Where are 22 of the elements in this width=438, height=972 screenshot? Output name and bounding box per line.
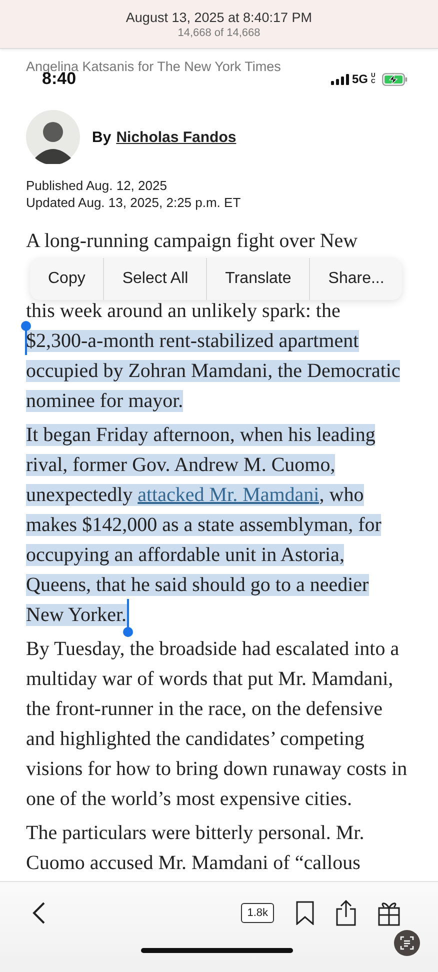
signal-icon bbox=[330, 74, 349, 84]
bookmark-icon[interactable] bbox=[296, 901, 314, 925]
menu-item[interactable]: Share... bbox=[309, 258, 402, 300]
menu-item[interactable]: Copy bbox=[30, 258, 104, 300]
date-line: Updated Aug. 13, 2025, 2:25 p.m. ET bbox=[26, 195, 242, 210]
share-icon[interactable] bbox=[336, 900, 356, 926]
network-label: 5G bbox=[352, 72, 368, 86]
author-avatar[interactable] bbox=[26, 110, 80, 164]
gift-icon[interactable] bbox=[378, 900, 400, 926]
menu-item[interactable]: Select All bbox=[103, 258, 206, 300]
screenshot-timestamp: August 13, 2025 at 8:40:17 PM bbox=[126, 10, 312, 24]
date-line: Published Aug. 12, 2025 bbox=[26, 178, 168, 193]
back-icon[interactable] bbox=[32, 901, 46, 925]
article-link[interactable]: attacked Mr. Mamdani bbox=[138, 484, 320, 506]
menu-item[interactable]: Translate bbox=[206, 258, 310, 300]
live-text-button[interactable] bbox=[394, 930, 420, 956]
comments-button[interactable]: 1.8k bbox=[241, 903, 274, 923]
screenshot-counter: 14,668 of 14,668 bbox=[178, 26, 260, 38]
author-link[interactable]: Nicholas Fandos bbox=[116, 128, 236, 146]
article-paragraph: By Tuesday, the broadside had escalated into a multiday war of words that put Mr. Mamdani, the front-runner in the race, on the defensive and highlighted the candidates’ competing visions for how to bring down runaway costs in one of the world’s most expensive cities. bbox=[26, 637, 408, 812]
article-paragraph: The particulars were bitterly personal. Mr. Cuomo accused Mr. Mamdani of “callous bbox=[26, 821, 366, 876]
byline-prefix: By bbox=[92, 128, 112, 146]
